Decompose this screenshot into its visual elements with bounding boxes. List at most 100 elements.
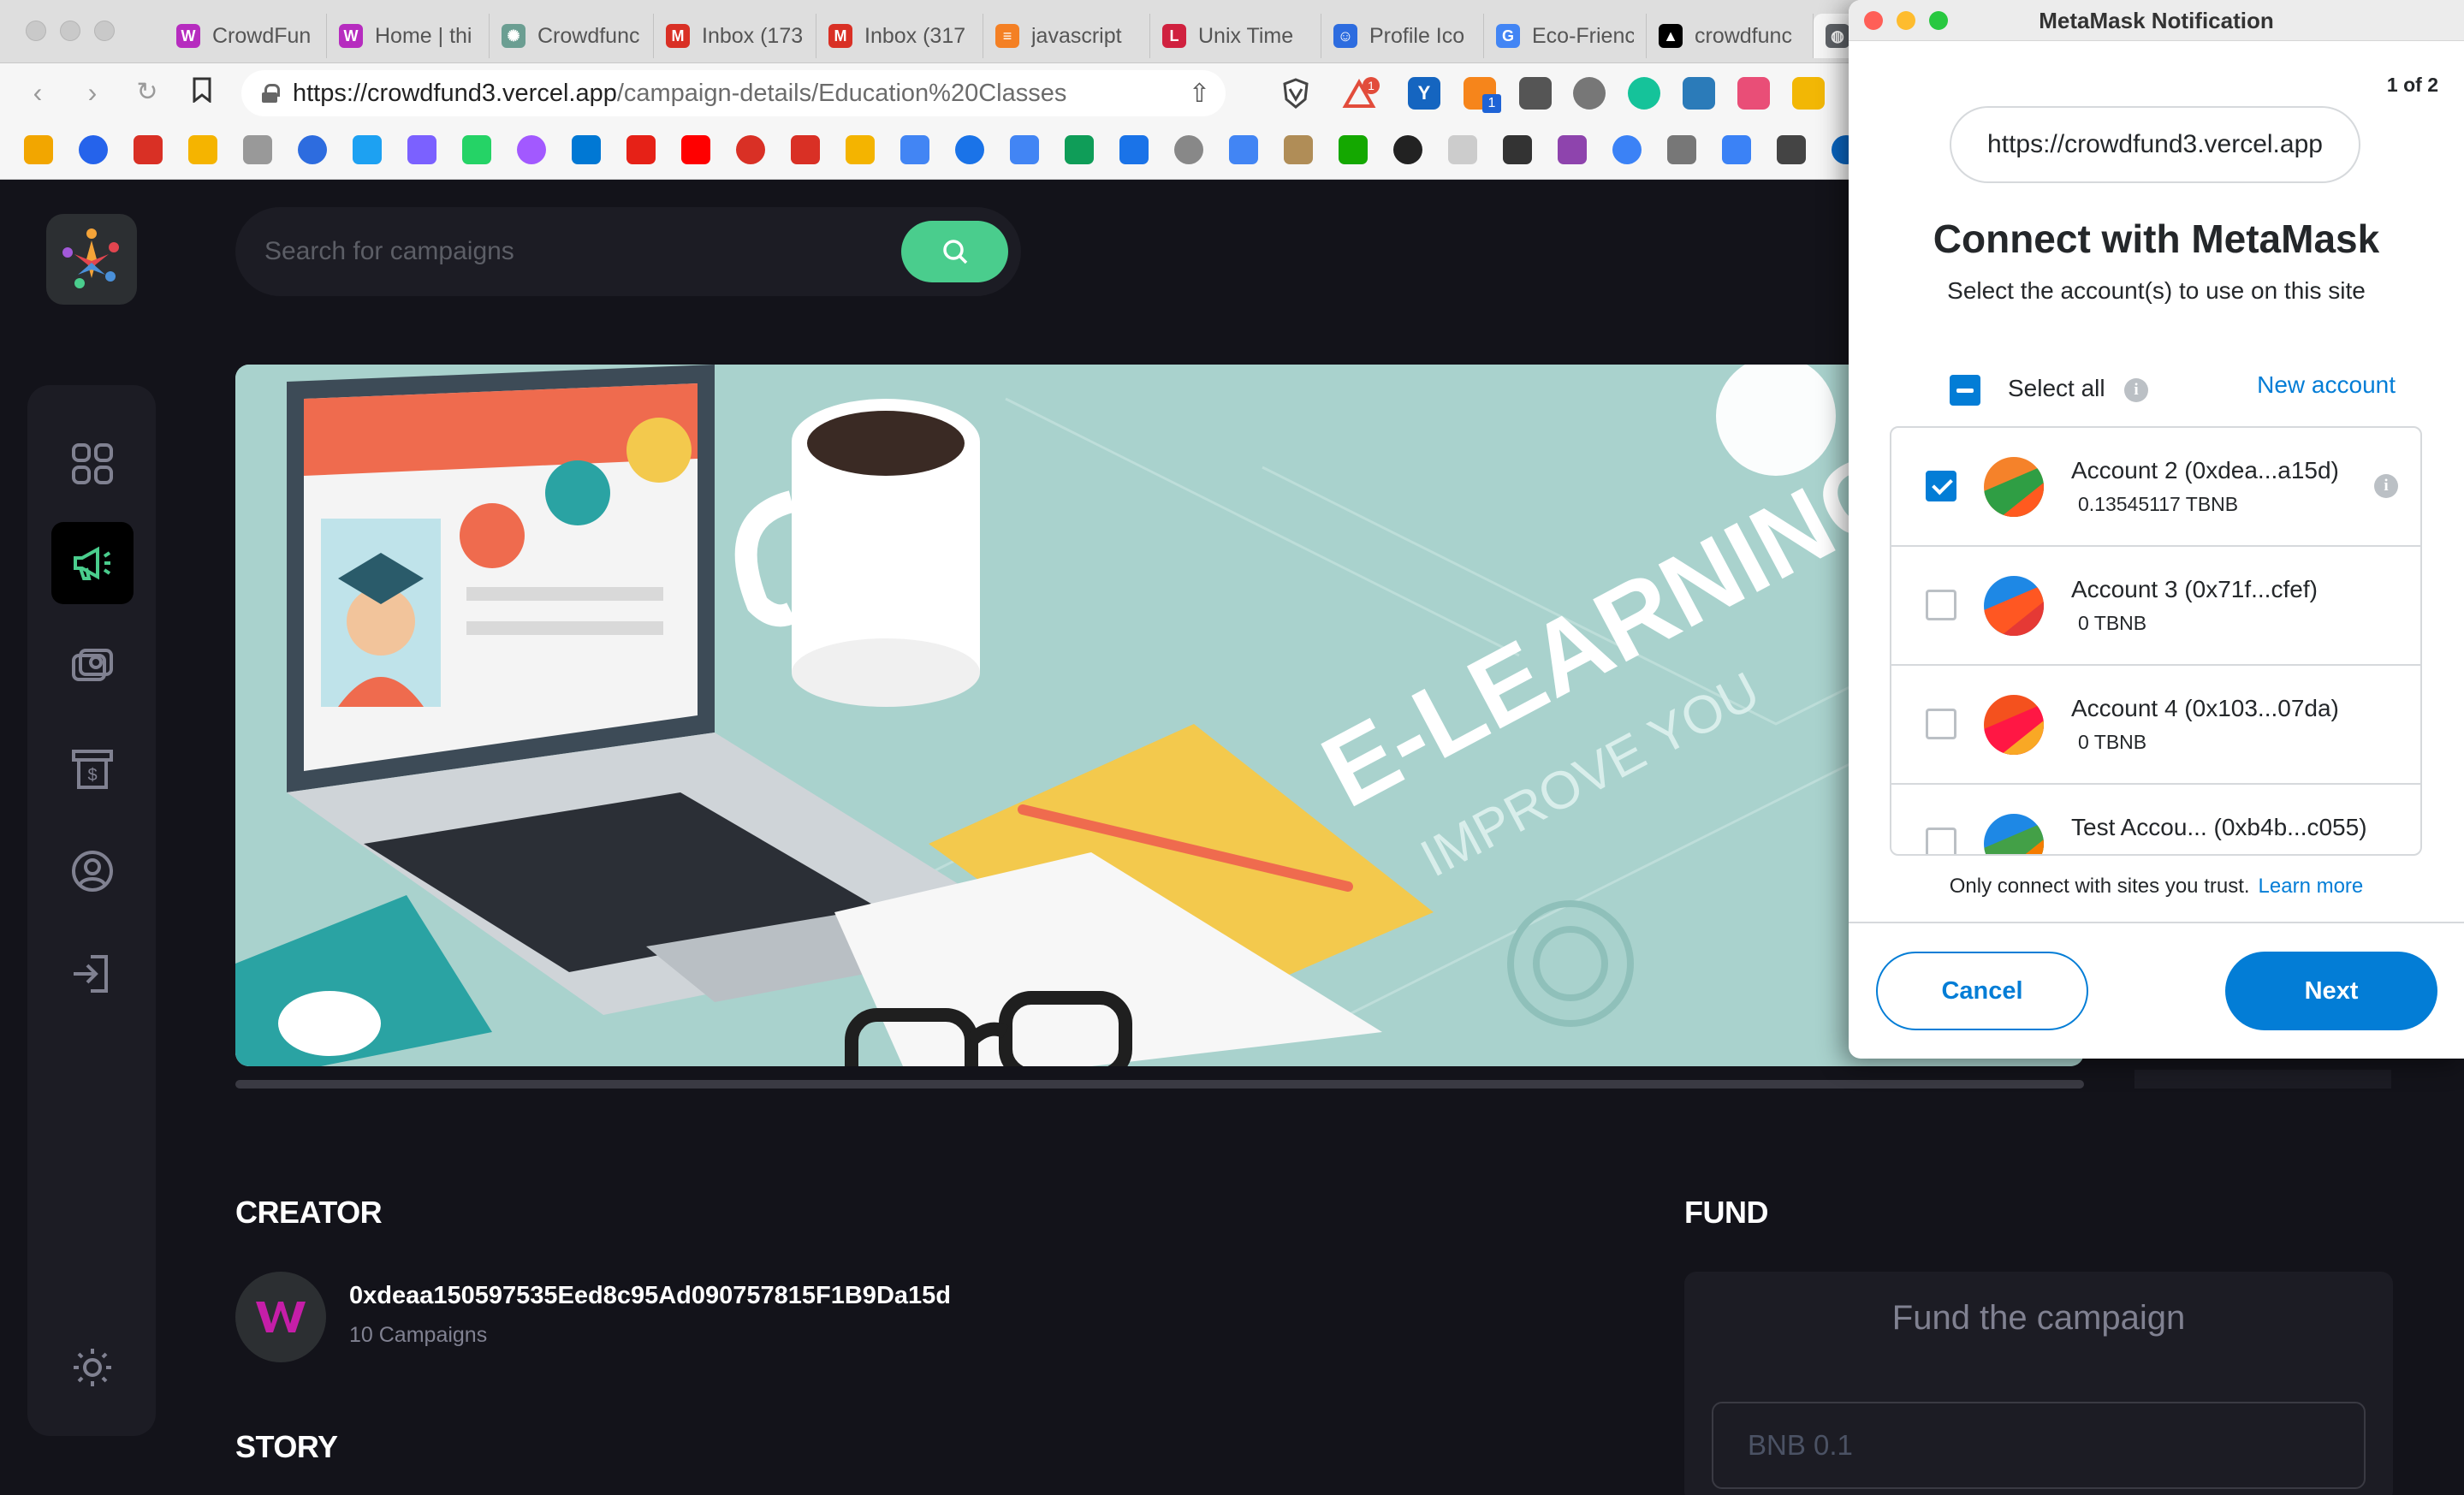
bookmark-favicon-icon[interactable]: [955, 135, 984, 164]
account-checkbox[interactable]: [1926, 590, 1956, 620]
browser-tab[interactable]: W CrowdFun: [164, 14, 327, 58]
logout-button[interactable]: [51, 933, 134, 1015]
cancel-button[interactable]: Cancel: [1876, 952, 2088, 1030]
bookmark-favicon-icon[interactable]: [1667, 135, 1696, 164]
search-input[interactable]: [264, 226, 864, 277]
bookmark-favicon-icon[interactable]: [1119, 135, 1149, 164]
metamask-extension-icon[interactable]: 1: [1464, 77, 1501, 113]
extension-s-icon[interactable]: [1683, 77, 1715, 110]
bookmark-favicon-icon[interactable]: [572, 135, 601, 164]
crowdfund-logo[interactable]: [46, 214, 137, 305]
bookmark-favicon-icon[interactable]: [1010, 135, 1039, 164]
window-zoom-button[interactable]: [94, 21, 115, 41]
fund-amount-input[interactable]: [1712, 1402, 2366, 1489]
new-account-link[interactable]: New account: [2257, 371, 2396, 399]
bookmark-favicon-icon[interactable]: [1612, 135, 1642, 164]
bitwarden-icon[interactable]: [1519, 77, 1552, 110]
bookmark-favicon-icon[interactable]: [1777, 135, 1806, 164]
bookmark-favicon-icon[interactable]: [1174, 135, 1203, 164]
window-minimize-button[interactable]: [60, 21, 80, 41]
bookmark-favicon-icon[interactable]: [134, 135, 163, 164]
bookmark-favicon-icon[interactable]: [1503, 135, 1532, 164]
account-name: Account 3 (0x71f...cfef): [2071, 576, 2318, 602]
bookmark-favicon-icon[interactable]: [1065, 135, 1094, 164]
bookmark-favicon-icon[interactable]: [681, 135, 710, 164]
tab-title: Inbox (173: [702, 23, 804, 48]
theme-toggle-button[interactable]: [51, 1326, 134, 1409]
account-row[interactable]: Account 4 (0x103...07da) 0 TBNB: [1891, 666, 2420, 785]
browser-tab[interactable]: G Eco-Frienc: [1484, 14, 1647, 58]
account-info-icon[interactable]: i: [2374, 474, 2398, 498]
bookmark-favicon-icon[interactable]: [1393, 135, 1422, 164]
bookmark-favicon-icon[interactable]: [1558, 135, 1587, 164]
withdraw-button[interactable]: $: [51, 727, 134, 810]
bookmark-favicon-icon[interactable]: [1722, 135, 1751, 164]
bookmark-favicon-icon[interactable]: [1284, 135, 1313, 164]
bookmark-favicon-icon[interactable]: [1339, 135, 1368, 164]
browser-tab[interactable]: M Inbox (173: [654, 14, 816, 58]
browser-tab[interactable]: ☺ Profile Ico: [1321, 14, 1484, 58]
payment-button[interactable]: [51, 625, 134, 707]
bookmark-favicon-icon[interactable]: [1448, 135, 1477, 164]
bookmark-icon[interactable]: [187, 77, 217, 108]
account-avatar: [1984, 695, 2044, 755]
next-button[interactable]: Next: [2225, 952, 2437, 1030]
bookmark-favicon-icon[interactable]: [407, 135, 436, 164]
tab-title: javascript: [1031, 23, 1122, 48]
bookmark-favicon-icon[interactable]: [462, 135, 491, 164]
bookmark-favicon-icon[interactable]: [24, 135, 53, 164]
account-row[interactable]: Test Accou... (0xb4b...c055) 0 TBNB: [1891, 785, 2420, 854]
profile-button[interactable]: [51, 830, 134, 912]
theme-icon: [74, 1349, 111, 1386]
learn-more-link[interactable]: Learn more: [2259, 875, 2364, 898]
brave-rewards-icon[interactable]: 1: [1342, 77, 1380, 110]
info-icon[interactable]: i: [2124, 378, 2148, 402]
bookmark-favicon-icon[interactable]: [791, 135, 820, 164]
account-checkbox[interactable]: [1926, 709, 1956, 739]
bookmark-favicon-icon[interactable]: [298, 135, 327, 164]
cloud-extension-icon[interactable]: [1573, 77, 1606, 110]
browser-tab[interactable]: ▲ crowdfunc: [1647, 14, 1814, 58]
browser-tab[interactable]: ✺ Crowdfunc: [490, 14, 654, 58]
account-checkbox[interactable]: [1926, 828, 1956, 854]
address-bar[interactable]: https://crowdfund3.vercel.app/campaign-d…: [241, 70, 1226, 116]
account-row[interactable]: Account 3 (0x71f...cfef) 0 TBNB: [1891, 547, 2420, 666]
back-icon[interactable]: ‹: [22, 77, 53, 108]
select-all-checkbox[interactable]: [1950, 375, 1980, 406]
browser-tab[interactable]: M Inbox (317: [816, 14, 983, 58]
extension-w-icon[interactable]: [1792, 77, 1825, 110]
browser-tab[interactable]: W Home | thi: [327, 14, 490, 58]
bookmark-favicon-icon[interactable]: [626, 135, 656, 164]
search-button[interactable]: [901, 221, 1008, 282]
bookmark-favicon-icon[interactable]: [243, 135, 272, 164]
account-balance: 0 TBNB: [2078, 612, 2147, 634]
extension-grid-icon[interactable]: [1737, 77, 1770, 110]
campaign-button[interactable]: [51, 522, 134, 604]
fund-heading: FUND: [1684, 1195, 1768, 1230]
select-all-label: Select all: [2008, 375, 2105, 401]
account-checkbox[interactable]: [1926, 471, 1956, 501]
browser-tab[interactable]: ≡ javascript: [983, 14, 1150, 58]
vercel-icon: ▲: [1659, 24, 1683, 48]
dashboard-button[interactable]: [51, 423, 134, 505]
grammarly-icon[interactable]: [1628, 77, 1660, 110]
window-close-button[interactable]: [26, 21, 46, 41]
share-icon[interactable]: ⇧: [1189, 79, 1210, 109]
bookmark-favicon-icon[interactable]: [517, 135, 546, 164]
bookmark-favicon-icon[interactable]: [353, 135, 382, 164]
bookmark-favicon-icon[interactable]: [846, 135, 875, 164]
bookmark-favicon-icon[interactable]: [79, 135, 108, 164]
bookmark-favicon-icon[interactable]: [900, 135, 929, 164]
reload-icon[interactable]: ↻: [132, 77, 163, 108]
chatgpt-icon: ✺: [502, 24, 525, 48]
bookmark-favicon-icon[interactable]: [188, 135, 217, 164]
story-heading: STORY: [235, 1429, 338, 1464]
browser-tab[interactable]: L Unix Time: [1150, 14, 1321, 58]
brave-shield-icon[interactable]: [1279, 77, 1312, 110]
account-row[interactable]: Account 2 (0xdea...a15d) 0.13545117 TBNB i: [1891, 428, 2420, 547]
bookmark-favicon-icon[interactable]: [1229, 135, 1258, 164]
extension-y-icon[interactable]: Y: [1408, 77, 1440, 110]
bookmark-favicon-icon[interactable]: [736, 135, 765, 164]
forward-icon[interactable]: ›: [77, 77, 108, 108]
fund-card: Fund the campaign: [1684, 1272, 2393, 1495]
